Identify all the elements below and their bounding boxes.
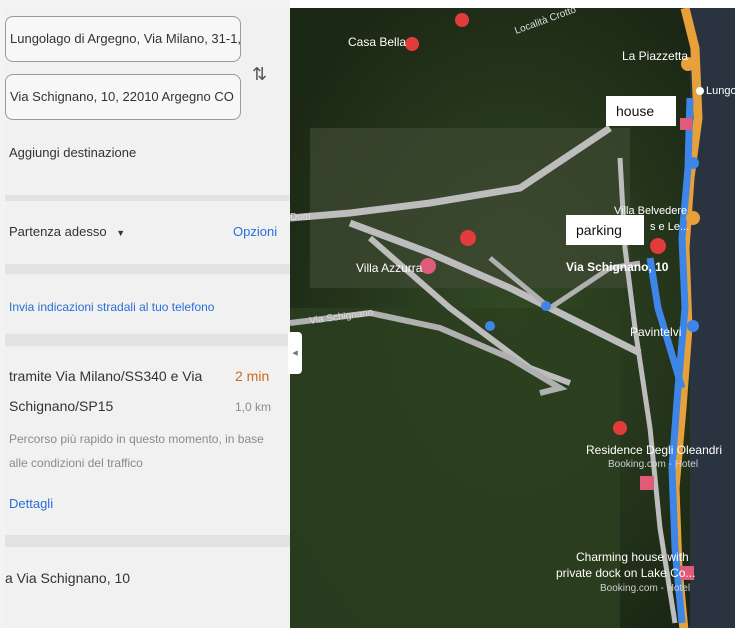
hotel-icon (680, 118, 692, 130)
poi-villa-azzurra: Villa Azzurra (356, 261, 423, 275)
details-link[interactable]: Dettagli (9, 496, 53, 511)
dropdown-arrow-icon: ▼ (116, 228, 126, 238)
map-pin-icon (455, 13, 469, 27)
swap-icon[interactable]: ⇅ (252, 64, 267, 85)
road-label-dotti: Dotti (290, 212, 311, 223)
transit-icon (541, 301, 551, 311)
forest-area (290, 308, 620, 630)
destination-input[interactable]: Via Schignano, 10, 22010 Argegno CO (5, 74, 241, 120)
directions-panel: Lungolago di Argegno, Via Milano, 31-1, … (0, 0, 290, 630)
map-pin-icon (613, 421, 627, 435)
transit-icon (687, 157, 699, 169)
route-note-line1: Percorso più rapido in questo momento, i… (9, 432, 264, 446)
poi-charming-house-line2: private dock on Lake Co... (556, 566, 695, 580)
map-canvas: Casa Bella Località Crotto La Piazzetta … (290, 8, 735, 630)
options-button[interactable]: Opzioni (233, 224, 277, 239)
map-pin-icon (405, 37, 419, 51)
poi-residence-degli-oleandri: Residence Degli Oleandri (586, 443, 722, 457)
poi-pavintelvi: Pavintelvi (630, 325, 681, 339)
directions-panel-inner: Lungolago di Argegno, Via Milano, 31-1, … (5, 8, 290, 630)
route-via-line2[interactable]: Schignano/SP15 (9, 398, 113, 414)
poi-casa-bella: Casa Bella (348, 35, 406, 49)
poi-residence-sub: Booking.com - Hotel (608, 459, 698, 470)
route-distance: 1,0 km (235, 400, 272, 414)
divider (5, 334, 290, 346)
map-view[interactable]: Casa Bella Località Crotto La Piazzetta … (290, 8, 735, 630)
poi-villa-belvedere: Villa Belvedere (614, 205, 687, 217)
map-pin-icon (460, 230, 476, 246)
transit-icon (485, 321, 495, 331)
poi-charming-house-line1: Charming house with (576, 550, 689, 564)
poi-la-piazzetta: La Piazzetta (622, 49, 688, 63)
divider (5, 535, 290, 547)
place-lungo: Lungo (706, 85, 735, 97)
route-step[interactable]: a Via Schignano, 10 (5, 570, 130, 586)
send-to-phone-link[interactable]: Invia indicazioni stradali al tuo telefo… (9, 300, 214, 314)
destination-pin-icon (650, 238, 666, 254)
destination-label: Via Schignano, 10 (566, 260, 669, 274)
poi-charming-house-sub: Booking.com - Hotel (600, 583, 690, 594)
route-via-line1[interactable]: tramite Via Milano/SS340 e Via (9, 368, 202, 384)
transit-icon (687, 320, 699, 332)
depart-time-dropdown[interactable]: Partenza adesso ▼ (9, 224, 125, 239)
depart-label: Partenza adesso (9, 224, 107, 239)
origin-input[interactable]: Lungolago di Argegno, Via Milano, 31-1, … (5, 16, 241, 62)
house-annotation: house (616, 103, 654, 119)
add-destination-button[interactable]: Aggiungi destinazione (9, 145, 136, 160)
collapse-panel-button[interactable]: ◂ (288, 332, 302, 374)
location-dot-icon (696, 87, 704, 95)
route-time: 2 min (235, 368, 270, 384)
route-note-line2: alle condizioni del traffico (9, 456, 143, 470)
poi-villa-belvedere-2: s e Le... (650, 221, 689, 233)
hotel-icon (640, 476, 654, 490)
parking-annotation: parking (576, 222, 622, 238)
divider (5, 264, 290, 274)
chevron-left-icon: ◂ (292, 347, 298, 359)
divider (5, 195, 290, 201)
